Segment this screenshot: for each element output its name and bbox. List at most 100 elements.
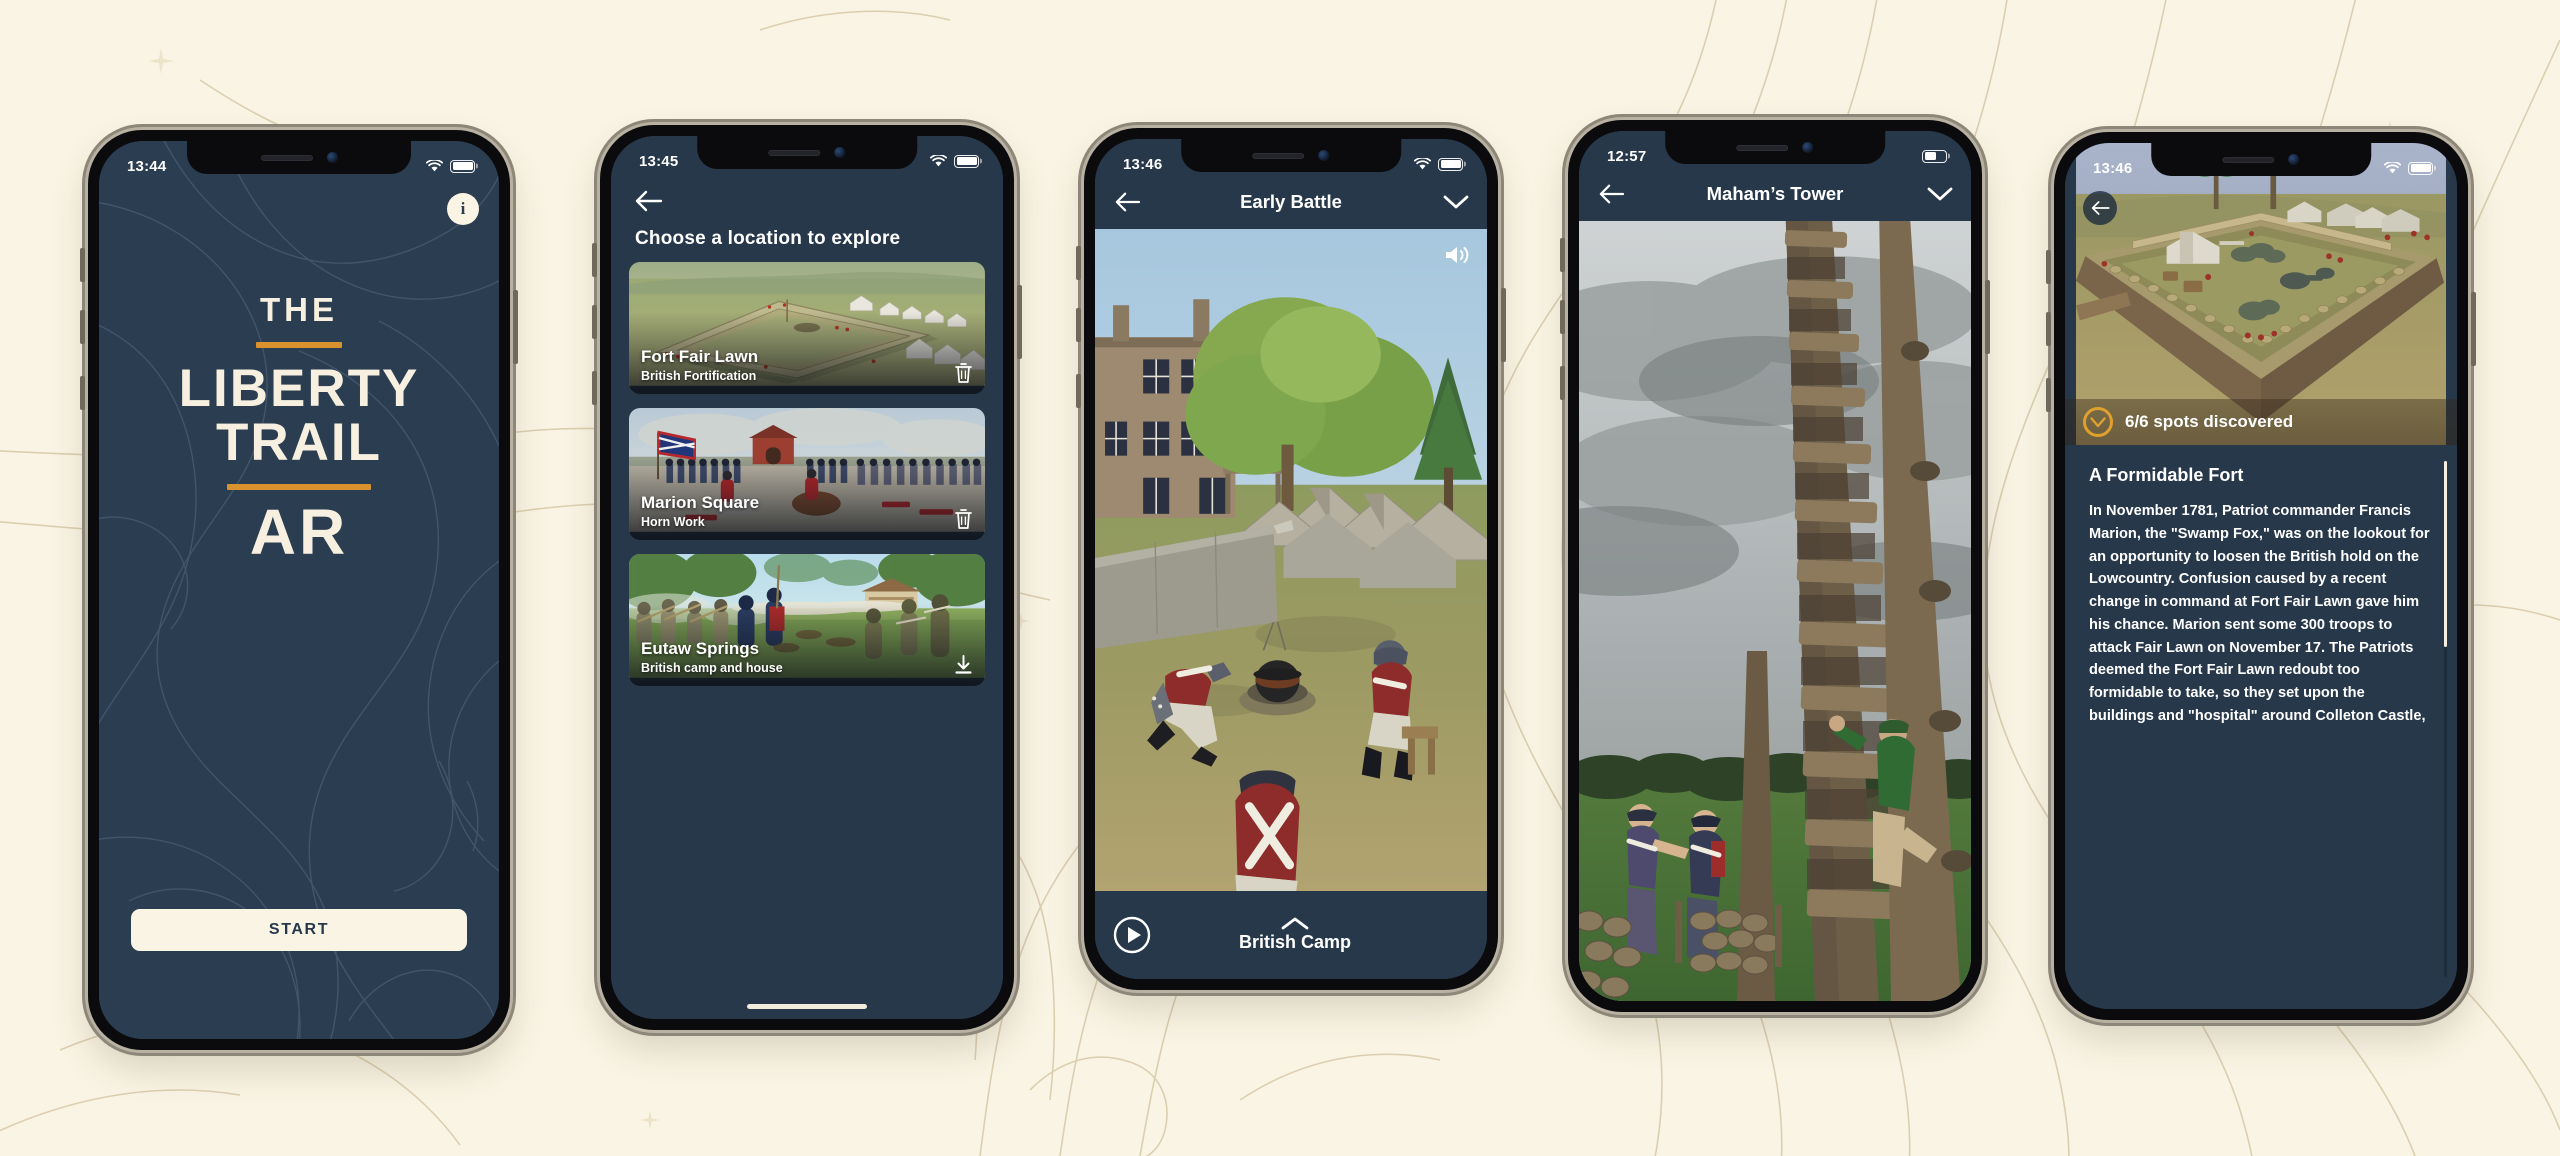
front-camera-icon <box>326 152 338 163</box>
list-item[interactable]: Eutaw Springs British camp and house <box>629 554 985 686</box>
article-heading: A Formidable Fort <box>2089 465 2244 485</box>
card-subtitle: British Fortification <box>641 369 757 383</box>
chevron-up-icon <box>1281 917 1309 930</box>
info-icon-glyph: i <box>460 199 466 218</box>
trash-icon[interactable] <box>953 361 974 384</box>
card-subtitle: Horn Work <box>641 515 705 529</box>
card-title: Marion Square <box>641 493 760 513</box>
card-text: Fort Fair Lawn British Fortification <box>641 347 758 383</box>
app-title-block: THE LIBERTY TRAIL AR <box>99 293 499 564</box>
status-indicators <box>1414 157 1463 171</box>
play-circle-icon[interactable] <box>1113 916 1151 954</box>
phone-early-battle: Early Battle British Camp 13:46 <box>1076 128 1506 990</box>
start-button[interactable]: START <box>131 909 467 951</box>
front-camera-icon <box>2288 154 2300 165</box>
wifi-icon <box>2384 161 2401 173</box>
status-time: 13:44 <box>127 157 167 175</box>
detail-screen: 6/6 spots discovered A Formidable Fort I… <box>2065 143 2457 1009</box>
card-text: Eutaw Springs British camp and house <box>641 639 783 675</box>
phone-formidable-fort-screen: 6/6 spots discovered A Formidable Fort I… <box>2065 143 2457 1009</box>
earpiece-speaker <box>260 154 313 161</box>
title-line-liberty: LIBERTY <box>178 359 420 418</box>
device-notch <box>1181 139 1401 172</box>
front-camera-icon <box>834 147 846 158</box>
phone-formidable-fort: 6/6 spots discovered A Formidable Fort I… <box>2046 132 2476 1020</box>
back-button[interactable] <box>633 188 663 214</box>
home-indicator <box>747 1004 867 1009</box>
ar-expand-control[interactable]: British Camp <box>1151 917 1439 953</box>
status-indicators <box>1922 149 1947 163</box>
title-divider-bottom <box>227 484 371 491</box>
ar-title: Maham’s Tower <box>1706 183 1844 204</box>
title-line-ar: AR <box>249 496 349 569</box>
status-indicators <box>426 159 475 173</box>
earpiece-speaker <box>1736 144 1789 151</box>
phone-mahams-tower-screen: Maham’s Tower 12:57 <box>1579 131 1971 1001</box>
earpiece-speaker <box>2222 156 2275 163</box>
spots-progress-bar: 6/6 spots discovered <box>2065 399 2457 445</box>
speaker-on-icon[interactable] <box>1443 243 1469 267</box>
card-text: Marion Square Horn Work <box>641 493 759 529</box>
chevron-down-icon[interactable] <box>1927 186 1953 202</box>
card-title: Eutaw Springs <box>641 639 760 659</box>
back-button[interactable] <box>1113 190 1141 214</box>
mahams-tower-ar-scene[interactable] <box>1579 221 1971 1001</box>
location-card-list: Fort Fair Lawn British Fortification Mar… <box>629 262 985 985</box>
splash-background: i THE LIBERTY TRAIL AR START <box>99 141 499 1039</box>
device-notch <box>1665 131 1885 164</box>
phone-location-list-screen: Choose a location to explore Fort Fair L… <box>611 136 1003 1019</box>
scrollbar[interactable] <box>2444 461 2447 977</box>
battery-icon <box>954 154 979 168</box>
wifi-icon <box>426 159 443 171</box>
chevron-down-glyph <box>2090 416 2106 427</box>
device-notch <box>2151 143 2371 176</box>
front-camera-icon <box>1802 142 1814 153</box>
battery-icon <box>1922 149 1947 163</box>
ar-screen: Maham’s Tower <box>1579 131 1971 1001</box>
wifi-icon <box>930 154 947 166</box>
splash-topo-pattern <box>99 141 499 1039</box>
battery-icon <box>2408 161 2433 175</box>
title-line-trail: TRAIL <box>215 413 383 473</box>
status-time: 13:45 <box>639 152 679 170</box>
article-panel: A Formidable Fort In November 1781, Patr… <box>2065 445 2457 1009</box>
trash-icon[interactable] <box>953 507 974 530</box>
status-time: 12:57 <box>1607 147 1647 165</box>
status-indicators <box>930 154 979 168</box>
title-divider-top <box>256 342 342 348</box>
scrollbar-thumb[interactable] <box>2444 461 2447 647</box>
page-title: Choose a location to explore <box>635 228 901 249</box>
wifi-icon <box>1414 157 1431 169</box>
phone-splash: i THE LIBERTY TRAIL AR START 13:44 <box>80 130 518 1050</box>
battery-icon <box>450 159 475 173</box>
front-camera-icon <box>1318 150 1330 161</box>
status-time: 13:46 <box>1123 155 1163 173</box>
status-indicators <box>2384 161 2433 175</box>
info-icon[interactable]: i <box>447 193 479 225</box>
phone-mockup-stage: i THE LIBERTY TRAIL AR START 13:44 Choos… <box>0 0 2560 1156</box>
status-time: 13:46 <box>2093 159 2133 177</box>
ar-navigation-bar: Maham’s Tower <box>1579 167 1971 221</box>
arrow-left-icon <box>2091 201 2110 215</box>
location-list-screen: Choose a location to explore Fort Fair L… <box>611 136 1003 1019</box>
title-line-the: THE <box>260 291 338 328</box>
article-body: In November 1781, Patriot commander Fran… <box>2089 503 2430 724</box>
phone-location-list: Choose a location to explore Fort Fair L… <box>592 125 1022 1030</box>
british-camp-ar-scene[interactable] <box>1095 229 1487 911</box>
download-icon[interactable] <box>953 653 974 676</box>
earpiece-speaker <box>768 149 821 156</box>
ar-navigation-bar: Early Battle <box>1095 175 1487 229</box>
device-notch <box>187 141 411 174</box>
phone-splash-screen: i THE LIBERTY TRAIL AR START 13:44 <box>99 141 499 1039</box>
phone-mahams-tower: Maham’s Tower 12:57 <box>1560 120 1990 1012</box>
spots-progress-label: 6/6 spots discovered <box>2125 412 2294 431</box>
ar-bottom-bar: British Camp <box>1095 891 1487 979</box>
list-item[interactable]: Marion Square Horn Work <box>629 408 985 540</box>
chevron-down-icon[interactable] <box>1443 194 1469 210</box>
back-button[interactable] <box>1597 182 1625 206</box>
card-title: Fort Fair Lawn <box>641 347 759 367</box>
list-item[interactable]: Fort Fair Lawn British Fortification <box>629 262 985 394</box>
back-button[interactable] <box>2083 191 2117 225</box>
ar-scene-label: British Camp <box>1238 932 1352 952</box>
battery-icon <box>1438 157 1463 171</box>
